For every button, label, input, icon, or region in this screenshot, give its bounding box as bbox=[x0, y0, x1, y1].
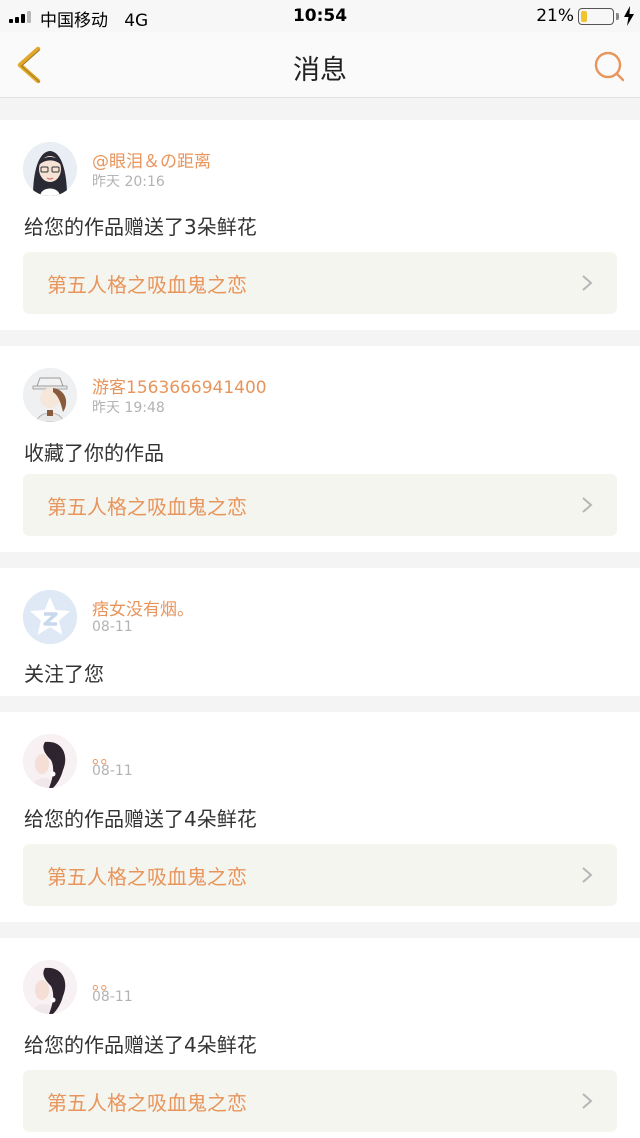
message-time: 08-11 bbox=[92, 619, 133, 635]
message-card: 。。 08-11 给您的作品赠送了4朵鲜花 第五人格之吸血鬼之恋 bbox=[0, 712, 640, 922]
search-icon[interactable] bbox=[592, 49, 626, 83]
message-card: 。。 08-11 给您的作品赠送了4朵鲜花 第五人格之吸血鬼之恋 bbox=[0, 938, 640, 1138]
message-time: 昨天 19:48 bbox=[92, 400, 165, 416]
nav-bar: 消息 bbox=[0, 32, 640, 98]
battery-tip bbox=[616, 13, 619, 20]
work-title: 第五人格之吸血鬼之恋 bbox=[47, 865, 247, 889]
user-name[interactable]: 游客1563666941400 bbox=[92, 373, 267, 398]
work-title: 第五人格之吸血鬼之恋 bbox=[47, 495, 247, 519]
message-time: 昨天 20:16 bbox=[92, 174, 165, 190]
chevron-right-icon bbox=[582, 497, 593, 513]
work-link[interactable]: 第五人格之吸血鬼之恋 bbox=[23, 844, 617, 906]
message-text: 收藏了你的作品 bbox=[24, 441, 164, 465]
message-text: 给您的作品赠送了4朵鲜花 bbox=[24, 807, 257, 831]
work-link[interactable]: 第五人格之吸血鬼之恋 bbox=[23, 474, 617, 536]
status-bar: 中国移动 4G 10:54 21% bbox=[0, 0, 640, 32]
user-avatar[interactable] bbox=[23, 960, 77, 1014]
user-name[interactable]: @眼泪＆の距离 bbox=[92, 147, 211, 172]
message-card: @眼泪＆の距离 昨天 20:16 给您的作品赠送了3朵鲜花 第五人格之吸血鬼之恋 bbox=[0, 120, 640, 330]
message-card: 痞女没有烟。 08-11 关注了您 bbox=[0, 568, 640, 696]
battery-percent: 21% bbox=[536, 6, 574, 26]
work-link[interactable]: 第五人格之吸血鬼之恋 bbox=[23, 252, 617, 314]
message-time: 08-11 bbox=[92, 989, 133, 1005]
user-avatar[interactable] bbox=[23, 142, 77, 196]
default-avatar-icon[interactable] bbox=[23, 590, 77, 644]
work-link[interactable]: 第五人格之吸血鬼之恋 bbox=[23, 1070, 617, 1132]
page-title: 消息 bbox=[293, 55, 347, 86]
battery-icon bbox=[578, 8, 614, 25]
chevron-right-icon bbox=[582, 867, 593, 883]
message-time: 08-11 bbox=[92, 763, 133, 779]
message-text: 关注了您 bbox=[24, 662, 104, 686]
message-text: 给您的作品赠送了3朵鲜花 bbox=[24, 215, 257, 239]
work-title: 第五人格之吸血鬼之恋 bbox=[47, 273, 247, 297]
chevron-right-icon bbox=[582, 275, 593, 291]
user-name[interactable]: 痞女没有烟。 bbox=[92, 595, 194, 620]
message-text: 给您的作品赠送了4朵鲜花 bbox=[24, 1033, 257, 1057]
user-avatar[interactable] bbox=[23, 734, 77, 788]
message-card: 游客1563666941400 昨天 19:48 收藏了你的作品 第五人格之吸血… bbox=[0, 346, 640, 552]
user-avatar[interactable] bbox=[23, 368, 77, 422]
chevron-right-icon bbox=[582, 1093, 593, 1109]
work-title: 第五人格之吸血鬼之恋 bbox=[47, 1091, 247, 1115]
charging-bolt-icon bbox=[624, 6, 634, 26]
